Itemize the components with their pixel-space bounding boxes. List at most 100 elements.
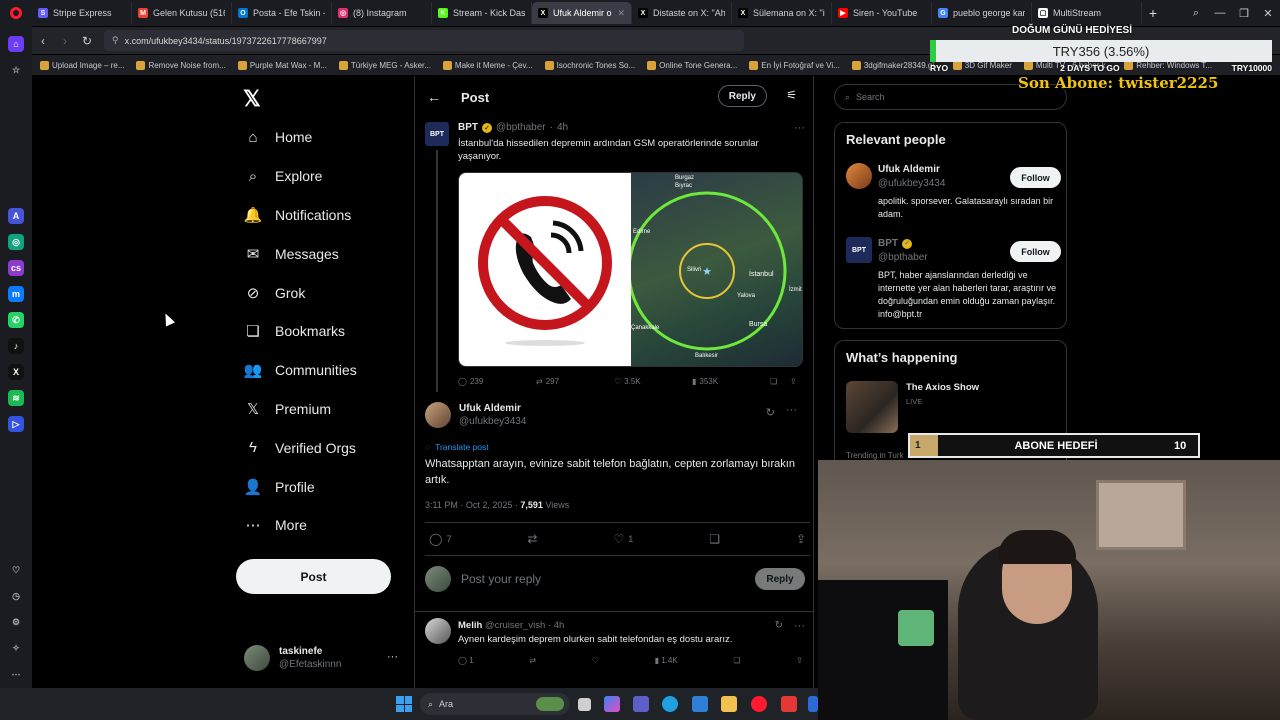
browser-tab[interactable]: X Ufuk Aldemir on X: "@bp ✕ (532, 2, 632, 24)
browser-tab[interactable]: K Stream - Kick Dashbo (432, 2, 532, 24)
home-icon[interactable]: ⌂ (8, 36, 24, 52)
nav-item-communities[interactable]: 👥 Communities (238, 351, 357, 390)
author-name[interactable]: Melih (458, 620, 482, 631)
person-name[interactable]: Ufuk Aldemir (878, 163, 945, 177)
browser-tab[interactable]: O Posta - Efe Tskin - Ou (232, 2, 332, 24)
bookmark-icon[interactable]: ❏ (709, 532, 720, 546)
reply-post[interactable]: Melih @cruiser_vish · 4h ↻ ··· Aynen kar… (425, 618, 805, 665)
like-action[interactable]: ♡ 1 (613, 532, 633, 546)
site-info-icon[interactable]: ⚲ (112, 35, 119, 46)
browser-tab[interactable]: ▢ MultiStream (1032, 2, 1142, 24)
author-name[interactable]: Ufuk Aldemir (459, 402, 526, 415)
bookmark-item[interactable]: Purple Mat Wax - M... (237, 60, 335, 70)
heart-icon[interactable]: ♡ (8, 562, 24, 578)
edge-icon[interactable] (662, 696, 678, 712)
header-reply-button[interactable]: Reply (717, 85, 767, 107)
post-button[interactable]: Post (236, 559, 391, 594)
browser-tab[interactable]: ▶ Siren - YouTube (832, 2, 932, 24)
more-icon[interactable]: ⋯ (8, 666, 24, 682)
reload-icon[interactable]: ↻ (76, 34, 98, 48)
close-tab-icon[interactable]: ✕ (617, 8, 625, 19)
bookmark-item[interactable]: En İyi Fotoğraf ve Vi... (749, 60, 848, 70)
like-action[interactable]: ♡ 3.5K (614, 377, 692, 386)
views-action[interactable]: ▮ 1.4K (655, 656, 678, 665)
trend-context[interactable]: Trending in Turk (846, 451, 904, 460)
nav-item-home[interactable]: ⌂ Home (238, 118, 357, 157)
bookmark-icon[interactable]: ❏ (733, 656, 740, 665)
share-icon[interactable]: ⇪ (796, 656, 803, 665)
bookmark-item[interactable]: Make it Meme - Çev... (442, 60, 541, 70)
nav-item-explore[interactable]: ⌕ Explore (238, 157, 357, 196)
back-icon[interactable]: ‹ (32, 34, 54, 48)
reply-action[interactable]: ◯ 239 (458, 377, 536, 386)
search-tabs-icon[interactable]: ⌕ (1184, 7, 1208, 20)
browser-tab[interactable]: X Sülemana on X: "istec (732, 2, 832, 24)
translate-post-link[interactable]: ◌ Translate post (425, 442, 489, 452)
nav-item-bookmarks[interactable]: ❏ Bookmarks (238, 312, 357, 351)
views-action[interactable]: ▮ 353K (692, 377, 770, 386)
close-window-button[interactable]: ✕ (1256, 7, 1280, 20)
url-field[interactable]: ⚲ x.com/ufukbey3434/status/1973722617778… (104, 30, 744, 51)
follow-button[interactable]: Follow (1010, 167, 1061, 188)
opera-icon[interactable] (751, 696, 767, 712)
bpt-avatar[interactable]: BPT (846, 237, 872, 263)
reply-action[interactable]: ◯ 7 (429, 532, 451, 546)
person-row[interactable]: Ufuk Aldemir @ufukbey3434 Follow apoliti… (846, 163, 1061, 233)
repost-icon[interactable]: ⇄ (529, 656, 536, 665)
tiktok-icon[interactable]: ♪ (8, 338, 24, 354)
bookmark-item[interactable]: Türkiye MEG - Asker... (338, 60, 439, 70)
bookmark-item[interactable]: Remove Noise from... (136, 60, 233, 70)
x-logo-icon[interactable]: 𝕏 (243, 86, 261, 112)
settings-sliders-icon[interactable]: ⚟ (786, 88, 797, 102)
author-handle[interactable]: @ufukbey3434 (459, 416, 526, 427)
bookmark-item[interactable]: Upload Image – re... (40, 60, 132, 70)
repost-action[interactable]: ⇄ 297 (536, 377, 614, 386)
share-icon[interactable]: ⇪ (796, 532, 806, 546)
store-icon[interactable] (692, 696, 708, 712)
browser-tab[interactable]: X Distaste on X: "Ahmet (632, 2, 732, 24)
history-icon[interactable]: ◷ (8, 588, 24, 604)
new-tab-button[interactable]: + (1142, 2, 1164, 24)
more-options-icon[interactable]: ··· (786, 404, 797, 416)
nav-item-more[interactable]: ⋯ More (238, 506, 357, 545)
teams-icon[interactable] (633, 696, 649, 712)
aria-icon[interactable]: A (8, 208, 24, 224)
author-handle[interactable]: @cruiser_vish (485, 620, 545, 631)
more-options-icon[interactable]: ··· (794, 122, 805, 134)
person-row[interactable]: BPT BPT ✓ @bpthaber Follow BPT, haber aja… (846, 237, 1061, 327)
grok-icon[interactable]: ↻ (766, 406, 775, 419)
nav-item-verified-orgs[interactable]: ϟ Verified Orgs (238, 428, 357, 467)
author-name[interactable]: BPT (458, 122, 478, 133)
app-blue-icon[interactable] (808, 696, 818, 712)
player-icon[interactable]: ▷ (8, 416, 24, 432)
back-arrow-icon[interactable]: ← (427, 89, 441, 105)
account-switcher[interactable]: taskinefe @Efetaskinnn ··· (244, 643, 404, 673)
bulb-icon[interactable]: ✧ (8, 640, 24, 656)
more-options-icon[interactable]: ··· (794, 620, 805, 632)
whatsapp-icon[interactable]: ✆ (8, 312, 24, 328)
person-name[interactable]: BPT (878, 237, 898, 251)
cs-icon[interactable]: cs (8, 260, 24, 276)
reply-submit-button[interactable]: Reply (755, 568, 805, 590)
nav-item-profile[interactable]: 👤 Profile (238, 467, 357, 506)
bookmark-icon[interactable]: ❏ (770, 377, 790, 386)
windows-start-icon[interactable] (396, 696, 412, 712)
repost-icon[interactable]: ⇄ (527, 532, 537, 546)
chatgpt-icon[interactable]: ◎ (8, 234, 24, 250)
post-timestamp[interactable]: 3:11 PM · Oct 2, 2025 · (425, 500, 518, 510)
share-icon[interactable]: ⇪ (790, 377, 797, 386)
messenger-icon[interactable]: m (8, 286, 24, 302)
browser-tab[interactable]: ◎ (8) Instagram (332, 2, 432, 24)
parent-post[interactable]: BPT BPT ✓ @bpthaber · 4h ··· İstanbul'da… (425, 122, 805, 392)
avatar[interactable] (425, 618, 451, 644)
person-handle[interactable]: @ufukbey3434 (878, 178, 945, 189)
nav-item-grok[interactable]: ⊘ Grok (238, 273, 357, 312)
forward-icon[interactable]: › (54, 34, 76, 48)
person-handle[interactable]: @bpthaber (878, 252, 928, 263)
avatar[interactable] (846, 163, 872, 189)
bookmark-item[interactable]: Online Tone Genera... (647, 60, 745, 70)
browser-tab[interactable]: M Gelen Kutusu (516) - (132, 2, 232, 24)
heart-icon[interactable]: ♡ (592, 656, 599, 665)
spotify-icon[interactable]: ≋ (8, 390, 24, 406)
browser-tab[interactable]: Gpueblo george kareli (932, 2, 1032, 24)
